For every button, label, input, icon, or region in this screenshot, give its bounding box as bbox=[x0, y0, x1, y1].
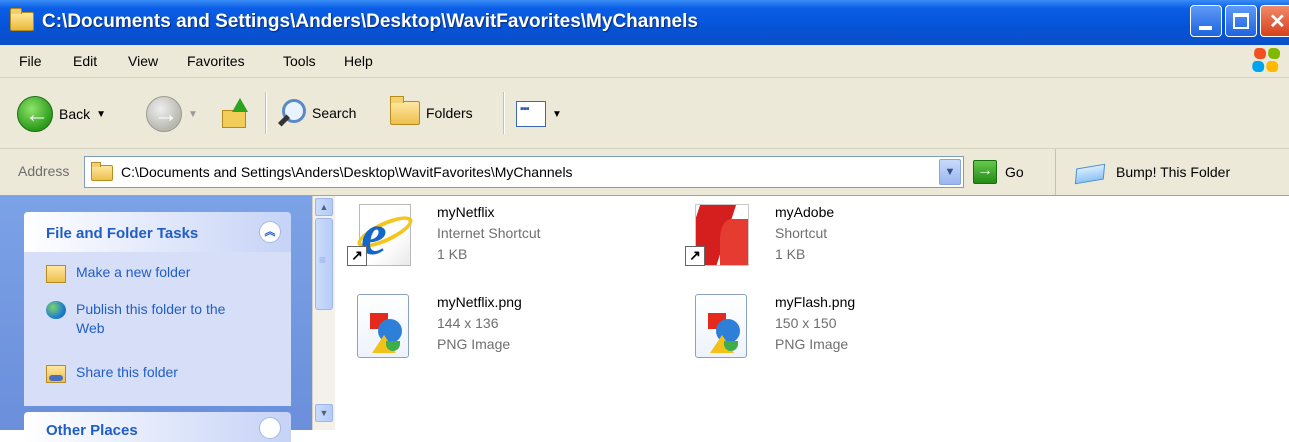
file-list: e ↗ myNetflix Internet Shortcut 1 KB ↗ m… bbox=[335, 196, 1289, 430]
address-bar: Address C:\Documents and Settings\Anders… bbox=[0, 149, 1289, 196]
back-arrow-icon bbox=[17, 96, 53, 132]
scroll-up-icon[interactable]: ▲ bbox=[315, 198, 333, 216]
file-meta: myNetflix Internet Shortcut 1 KB bbox=[437, 202, 541, 265]
toolbar-separator bbox=[265, 92, 267, 134]
views-button[interactable]: ▼ bbox=[516, 101, 562, 127]
file-detail: PNG Image bbox=[437, 336, 511, 352]
go-label: Go bbox=[1005, 164, 1024, 180]
internet-explorer-icon: e ↗ bbox=[347, 202, 417, 270]
title-bar[interactable]: C:\Documents and Settings\Anders\Desktop… bbox=[0, 0, 1289, 46]
forward-arrow-icon bbox=[146, 96, 182, 132]
menu-favorites[interactable]: Favorites bbox=[187, 53, 245, 69]
search-icon bbox=[276, 98, 306, 128]
task-pane: File and Folder Tasks ︽ Make a new folde… bbox=[0, 196, 312, 442]
file-type: 144 x 136 bbox=[437, 315, 499, 331]
png-page bbox=[357, 294, 409, 358]
task-make-new-folder[interactable]: Make a new folder bbox=[46, 264, 190, 283]
menu-tools[interactable]: Tools bbox=[283, 53, 316, 69]
other-places-header[interactable]: Other Places bbox=[24, 412, 291, 442]
windows-logo-icon bbox=[1251, 48, 1283, 74]
file-folder-tasks-title: File and Folder Tasks bbox=[46, 225, 199, 242]
menu-edit[interactable]: Edit bbox=[73, 53, 97, 69]
file-meta: myFlash.png 150 x 150 PNG Image bbox=[775, 292, 855, 355]
go-arrow-icon: → bbox=[973, 160, 997, 184]
address-input[interactable]: C:\Documents and Settings\Anders\Desktop… bbox=[84, 156, 964, 188]
address-value: C:\Documents and Settings\Anders\Desktop… bbox=[121, 164, 573, 180]
share-folder-icon bbox=[46, 365, 66, 383]
file-type: Shortcut bbox=[775, 225, 828, 241]
views-dropdown-icon[interactable]: ▼ bbox=[552, 109, 562, 120]
toolbar: Back ▼ ▼ Search Folders ▼ bbox=[0, 78, 1289, 149]
file-meta: myAdobe Shortcut 1 KB bbox=[775, 202, 834, 265]
menu-bar: File Edit View Favorites Tools Help bbox=[0, 45, 1289, 78]
search-label: Search bbox=[312, 105, 357, 121]
file-name: myFlash.png bbox=[775, 294, 856, 310]
file-name: myNetflix.png bbox=[437, 294, 522, 310]
shortcut-arrow-icon: ↗ bbox=[347, 246, 367, 266]
file-meta: myNetflix.png 144 x 136 PNG Image bbox=[437, 292, 522, 355]
task-share-folder[interactable]: Share this folder bbox=[46, 364, 178, 383]
folder-icon bbox=[10, 8, 34, 31]
task-pane-scrollbar[interactable]: ▲ ▼ bbox=[312, 196, 335, 430]
bump-icon bbox=[1074, 160, 1106, 184]
task-label: Share this folder bbox=[76, 364, 178, 380]
window-title: C:\Documents and Settings\Anders\Desktop… bbox=[42, 11, 698, 32]
back-button[interactable]: Back ▼ bbox=[17, 96, 106, 132]
minimize-button[interactable] bbox=[1190, 5, 1222, 37]
bump-this-folder-button[interactable]: Bump! This Folder bbox=[1055, 149, 1289, 195]
folder-icon bbox=[91, 162, 113, 181]
file-type: Internet Shortcut bbox=[437, 225, 541, 241]
shortcut-arrow-icon: ↗ bbox=[685, 246, 705, 266]
up-folder-icon bbox=[222, 98, 248, 128]
png-shape bbox=[724, 341, 738, 351]
maximize-button[interactable] bbox=[1225, 5, 1257, 37]
folders-button[interactable]: Folders bbox=[390, 96, 473, 125]
go-button[interactable]: → Go bbox=[973, 160, 1024, 184]
file-detail: 1 KB bbox=[437, 246, 468, 262]
menu-file[interactable]: File bbox=[19, 53, 42, 69]
png-page bbox=[695, 294, 747, 358]
bump-label: Bump! This Folder bbox=[1116, 164, 1231, 180]
file-folder-tasks-header[interactable]: File and Folder Tasks ︽ bbox=[24, 212, 291, 252]
file-detail: 1 KB bbox=[775, 246, 806, 262]
file-type: 150 x 150 bbox=[775, 315, 837, 331]
folders-label: Folders bbox=[426, 105, 473, 121]
close-button[interactable] bbox=[1260, 5, 1289, 37]
png-shape bbox=[386, 341, 400, 351]
task-publish-folder[interactable]: Publish this folder to the Web bbox=[46, 300, 246, 338]
other-places-title: Other Places bbox=[46, 422, 138, 439]
task-label: Make a new folder bbox=[76, 264, 191, 280]
toolbar-separator bbox=[503, 92, 505, 134]
adobe-acrobat-icon: ↗ bbox=[685, 202, 753, 270]
forward-button[interactable]: ▼ bbox=[146, 96, 198, 132]
views-icon bbox=[516, 101, 546, 127]
scroll-thumb[interactable] bbox=[315, 218, 333, 310]
scroll-down-icon[interactable]: ▼ bbox=[315, 404, 333, 422]
png-image-icon bbox=[351, 292, 415, 360]
search-button[interactable]: Search bbox=[276, 98, 356, 128]
new-folder-icon bbox=[46, 265, 66, 283]
globe-icon bbox=[46, 301, 66, 319]
file-name: myAdobe bbox=[775, 204, 835, 220]
folders-icon bbox=[390, 96, 420, 125]
collapse-chevron-icon[interactable]: ︽ bbox=[259, 221, 281, 243]
collapse-chevron-icon[interactable] bbox=[259, 417, 281, 439]
file-name: myNetflix bbox=[437, 204, 495, 220]
address-label: Address bbox=[18, 163, 70, 179]
task-label: Publish this folder to the Web bbox=[76, 301, 226, 336]
back-dropdown-icon[interactable]: ▼ bbox=[96, 109, 106, 120]
forward-dropdown-icon[interactable]: ▼ bbox=[188, 109, 198, 120]
menu-view[interactable]: View bbox=[128, 53, 158, 69]
menu-help[interactable]: Help bbox=[344, 53, 373, 69]
png-image-icon bbox=[689, 292, 753, 360]
address-dropdown-button[interactable]: ▼ bbox=[939, 159, 961, 185]
file-detail: PNG Image bbox=[775, 336, 849, 352]
up-folder-button[interactable] bbox=[222, 98, 248, 128]
back-label: Back bbox=[59, 106, 91, 122]
file-folder-tasks-panel: File and Folder Tasks ︽ Make a new folde… bbox=[24, 212, 291, 406]
